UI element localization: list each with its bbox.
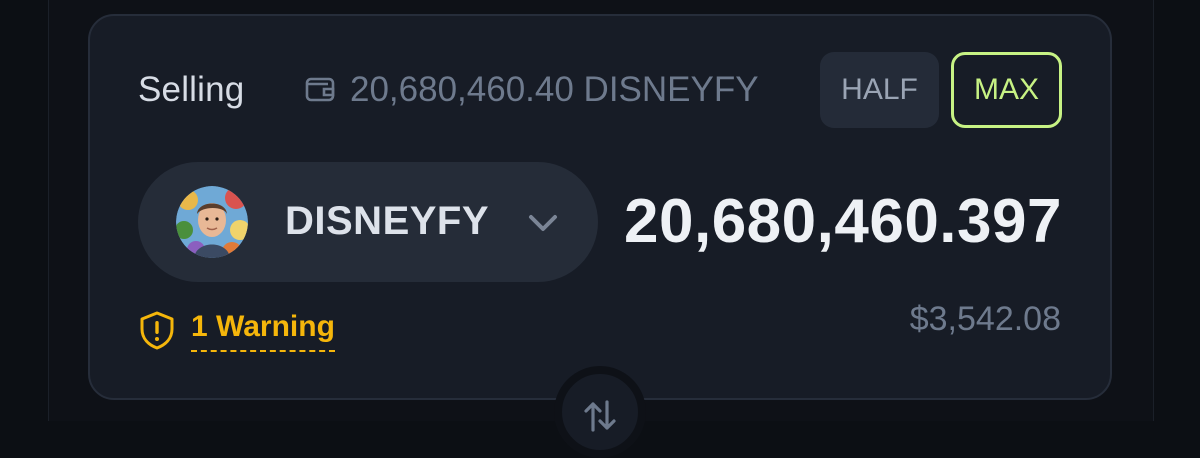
swap-direction-button[interactable] <box>554 366 646 458</box>
token-selector[interactable]: DISNEYFY <box>138 162 598 282</box>
shield-alert-icon <box>140 311 174 350</box>
token-avatar <box>176 186 248 258</box>
usd-value: $3,542.08 <box>909 300 1061 338</box>
swap-arrows-icon <box>584 400 616 432</box>
token-symbol: DISNEYFY <box>285 199 490 243</box>
half-button[interactable]: HALF <box>820 52 939 128</box>
max-button[interactable]: MAX <box>951 52 1062 128</box>
wallet-icon <box>305 77 335 102</box>
amount-input[interactable]: 20,680,460.397 <box>624 182 1064 262</box>
wallet-balance[interactable]: 20,680,460.40 DISNEYFY <box>350 70 759 110</box>
selling-label: Selling <box>138 70 245 109</box>
warning-text: 1 Warning <box>191 310 335 352</box>
chevron-down-icon <box>529 215 557 231</box>
